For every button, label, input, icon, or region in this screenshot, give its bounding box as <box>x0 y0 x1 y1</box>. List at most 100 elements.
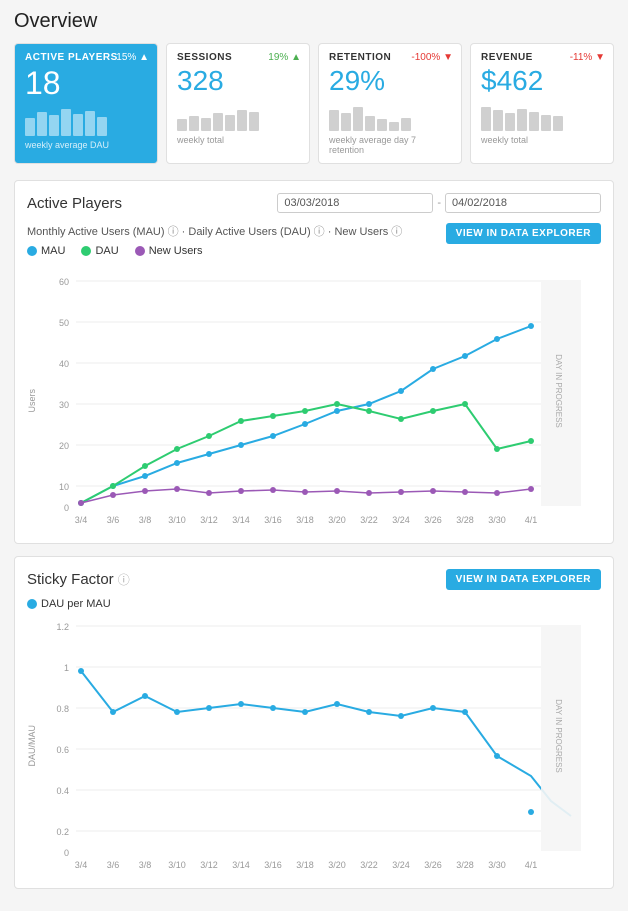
dau-dot <box>238 418 244 424</box>
svg-text:20: 20 <box>59 441 69 451</box>
mau-dot <box>528 323 534 329</box>
sticky-title: Sticky Factor <box>27 571 114 588</box>
svg-text:0.6: 0.6 <box>56 745 69 755</box>
svg-text:0: 0 <box>64 848 69 858</box>
svg-text:3/18: 3/18 <box>296 515 314 525</box>
dau-dot <box>302 408 308 414</box>
mau-legend: MAU DAU New Users <box>27 245 402 257</box>
svg-text:3/22: 3/22 <box>360 515 378 525</box>
svg-text:3/14: 3/14 <box>232 515 250 525</box>
svg-text:3/6: 3/6 <box>107 860 120 870</box>
dau-dot <box>110 483 116 489</box>
date-to-input[interactable] <box>445 193 601 213</box>
mau-dot <box>398 388 404 394</box>
sticky-dot <box>238 701 244 707</box>
mau-dot <box>302 421 308 427</box>
sticky-dot <box>78 668 84 674</box>
card-change-revenue: -11% ▼ <box>570 52 605 63</box>
svg-text:3/24: 3/24 <box>392 860 410 870</box>
mau-dot <box>494 336 500 342</box>
mini-bar <box>365 116 375 131</box>
new-users-dot <box>430 488 436 494</box>
svg-text:1: 1 <box>64 663 69 673</box>
card-footer-retention: weekly average day 7 retention <box>329 135 451 155</box>
svg-text:3/26: 3/26 <box>424 515 442 525</box>
new-users-dot <box>462 489 468 495</box>
legend-dot-dau <box>81 246 91 256</box>
card-change-sessions: 19% ▲ <box>268 52 301 63</box>
mini-bar <box>481 107 491 131</box>
svg-text:0.4: 0.4 <box>56 786 69 796</box>
mini-bar <box>97 117 107 136</box>
sticky-dot <box>302 709 308 715</box>
svg-text:3/4: 3/4 <box>75 860 88 870</box>
new-users-dot <box>302 489 308 495</box>
legend-label-dau-per-mau: DAU per MAU <box>41 598 111 610</box>
new-users-dot <box>174 486 180 492</box>
new-users-dot <box>398 489 404 495</box>
view-in-data-explorer-btn-mau[interactable]: VIEW IN DATA EXPLORER <box>446 223 601 244</box>
view-in-data-explorer-btn-sticky[interactable]: VIEW IN DATA EXPLORER <box>446 569 601 590</box>
svg-text:4/1: 4/1 <box>525 860 538 870</box>
svg-text:3/4: 3/4 <box>75 515 88 525</box>
svg-text:3/10: 3/10 <box>168 515 186 525</box>
mini-bars-active <box>25 106 147 136</box>
sticky-dot <box>174 709 180 715</box>
svg-text:0: 0 <box>64 503 69 513</box>
svg-text:1.2: 1.2 <box>56 622 69 632</box>
card-footer-active: weekly average DAU <box>25 140 147 150</box>
date-from-input[interactable] <box>277 193 433 213</box>
sticky-dot <box>430 705 436 711</box>
mini-bar <box>517 109 527 131</box>
new-users-dot <box>142 488 148 494</box>
svg-text:4/1: 4/1 <box>525 515 538 525</box>
sticky-day-in-progress-label: DAY IN PROGRESS <box>554 699 563 773</box>
sticky-chart-container: DAU/MAU 1.2 1 0.8 0 <box>27 616 601 876</box>
legend-dot-dau-per-mau <box>27 599 37 609</box>
active-players-section: Active Players - Monthly Active Users (M… <box>14 180 614 544</box>
mini-bar <box>189 116 199 131</box>
svg-text:3/28: 3/28 <box>456 860 474 870</box>
section-title-active: Active Players <box>27 195 122 212</box>
dau-dot <box>174 446 180 452</box>
dau-dot <box>430 408 436 414</box>
y-axis-label-mau: Users <box>27 389 37 413</box>
mini-bar <box>85 111 95 136</box>
new-users-dot <box>270 487 276 493</box>
mini-bar <box>505 113 515 131</box>
svg-text:60: 60 <box>59 277 69 287</box>
card-active-players: ACTIVE PLAYERS 15% ▲ 18 weekly average D… <box>14 43 158 164</box>
mini-bar <box>61 109 71 136</box>
dau-dot <box>366 408 372 414</box>
sticky-factor-section: Sticky Factor ⓘ VIEW IN DATA EXPLORER DA… <box>14 556 614 889</box>
svg-text:3/16: 3/16 <box>264 860 282 870</box>
new-users-dot <box>528 486 534 492</box>
svg-text:3/12: 3/12 <box>200 860 218 870</box>
mini-bar <box>25 118 35 136</box>
svg-text:3/30: 3/30 <box>488 860 506 870</box>
summary-cards: ACTIVE PLAYERS 15% ▲ 18 weekly average D… <box>14 43 614 164</box>
mini-bar <box>49 115 59 136</box>
card-value-revenue: $462 <box>481 65 603 97</box>
sticky-dot <box>494 753 500 759</box>
y-axis-label-sticky: DAU/MAU <box>27 725 37 767</box>
mini-bar <box>177 119 187 131</box>
mau-dot <box>206 451 212 457</box>
sticky-dot <box>462 709 468 715</box>
dau-line <box>81 404 531 503</box>
sticky-dot <box>334 701 340 707</box>
sticky-chart-svg: 1.2 1 0.8 0.6 0.4 0.2 0 3/4 3/6 3/8 3/10… <box>41 616 601 876</box>
mau-dot <box>270 433 276 439</box>
new-users-dot <box>366 490 372 496</box>
mini-bar <box>493 110 503 131</box>
page-container: Overview ACTIVE PLAYERS 15% ▲ 18 weekly … <box>0 0 628 911</box>
mau-dot <box>430 366 436 372</box>
sticky-dot <box>398 713 404 719</box>
svg-text:3/20: 3/20 <box>328 860 346 870</box>
card-footer-sessions: weekly total <box>177 135 299 145</box>
legend-item-dau: DAU <box>81 245 118 257</box>
sticky-dot <box>110 709 116 715</box>
svg-text:50: 50 <box>59 318 69 328</box>
svg-text:3/22: 3/22 <box>360 860 378 870</box>
svg-text:3/24: 3/24 <box>392 515 410 525</box>
